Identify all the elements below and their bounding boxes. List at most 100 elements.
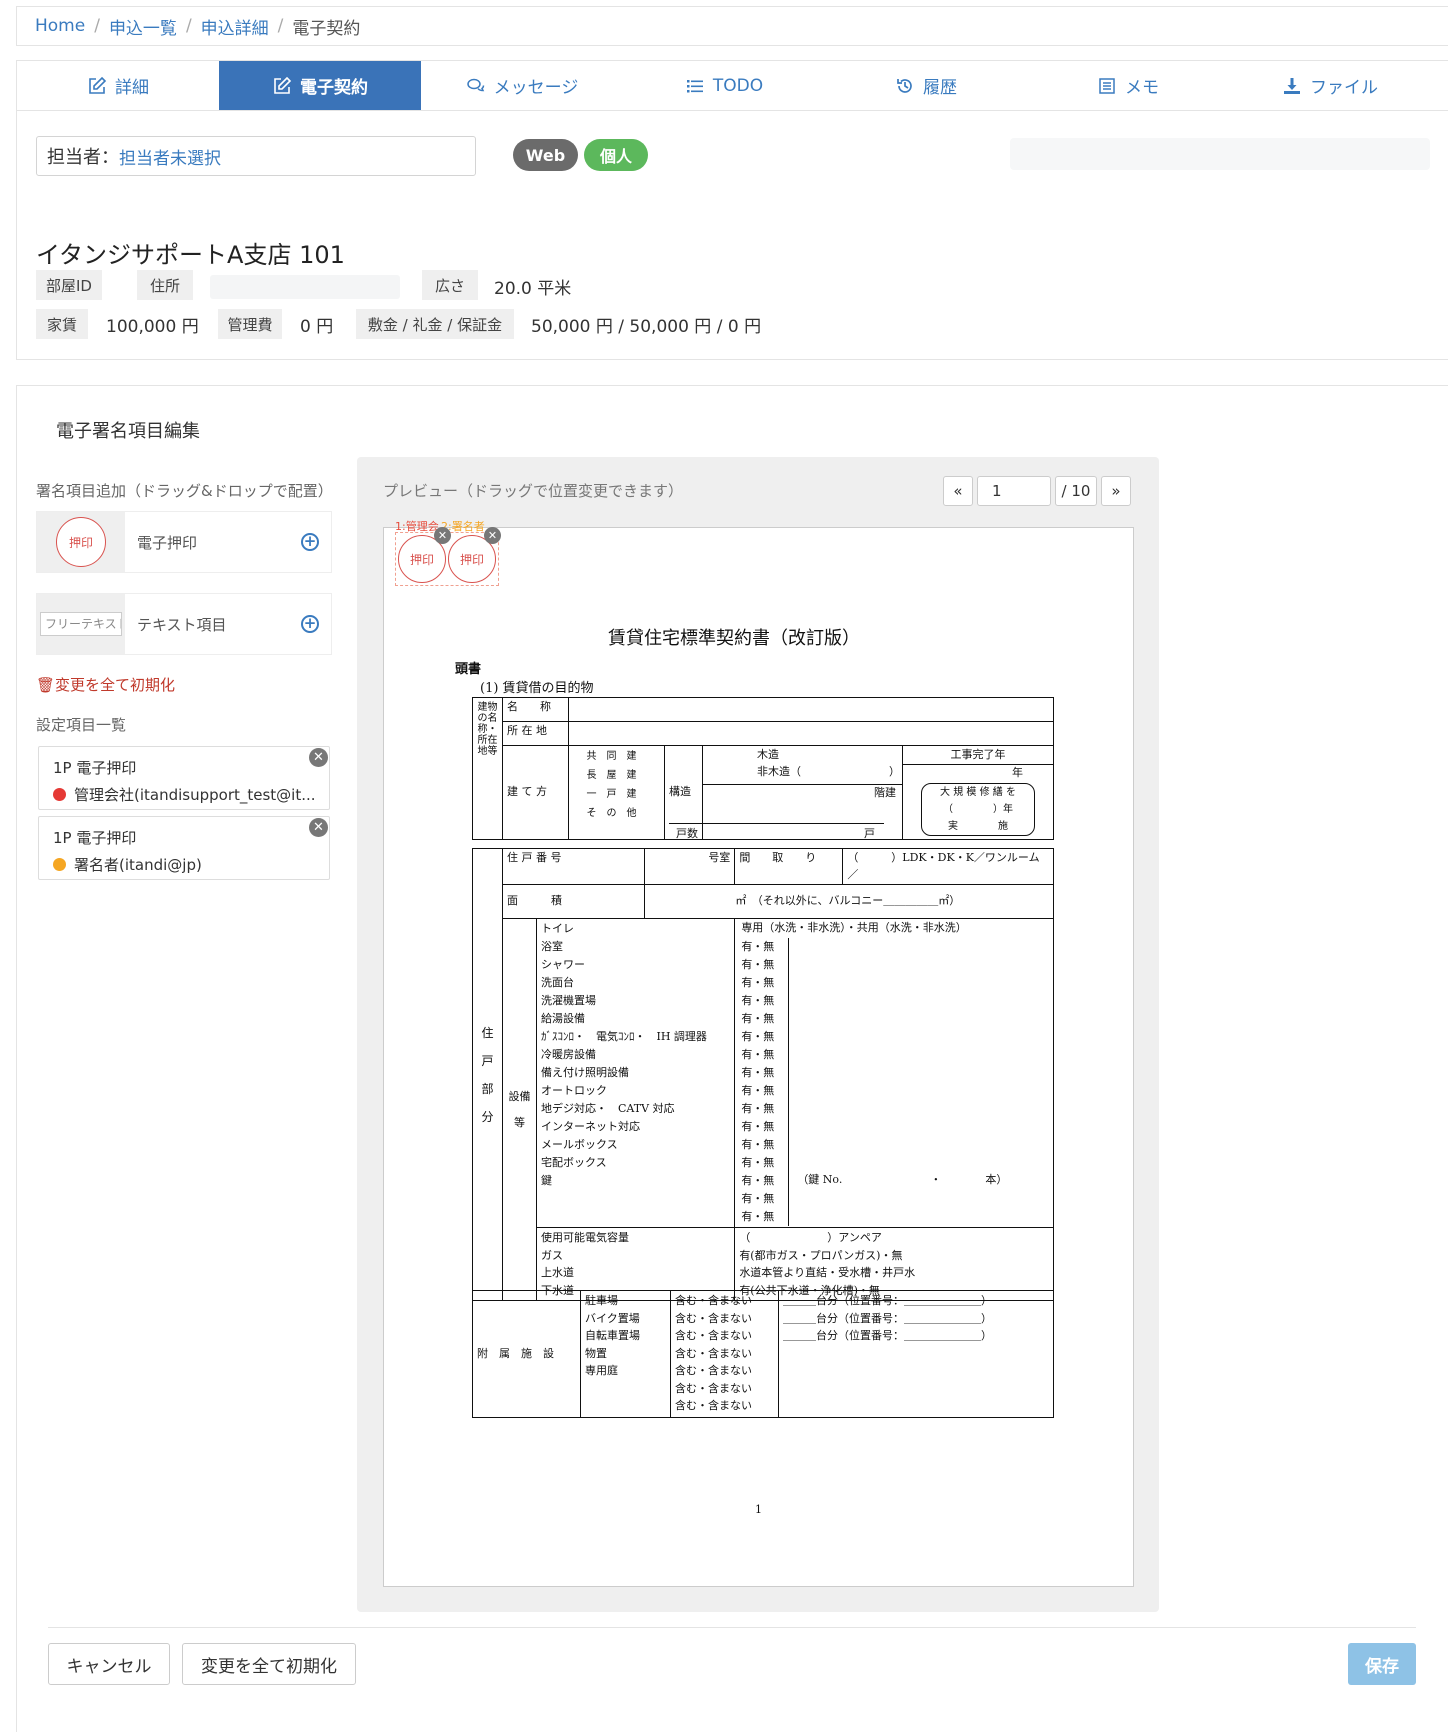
rent-value: 100,000 円 xyxy=(106,317,199,337)
wood-text: 木造 xyxy=(757,748,779,761)
stamp-preview[interactable]: 押印 xyxy=(37,512,125,572)
freetext-preview[interactable]: フリーテキスト xyxy=(37,594,125,654)
document-heading: 頭書 xyxy=(455,662,482,677)
has-none-column: 有・無 有・無 有・無 有・無 有・無 有・無 有・無 有・無 有・無 有・無 有・無 有・無 有・無有… xyxy=(735,937,790,1226)
breadcrumb-applications[interactable]: 申込一覧 xyxy=(109,14,177,39)
footer-divider xyxy=(48,1627,1416,1628)
layout-value: （ ）LDK・DK・K／ワンルーム／ xyxy=(842,848,1054,885)
renovation-text: 大 規 模 修 繕 を xyxy=(940,787,1016,798)
contract-table-building: 建物の名称・所在地等 名 称 所 在 地 建 て 方 共同建 長屋建 一戸建 そ… xyxy=(472,697,1054,840)
breadcrumb-application-detail[interactable]: 申込詳細 xyxy=(201,14,269,39)
stamp-item-label: 電子押印 xyxy=(137,533,198,552)
assignee-label: 担当者： xyxy=(47,147,119,168)
tab-label: 詳細 xyxy=(115,78,149,98)
breadcrumb-separator: / xyxy=(277,16,284,36)
side-attached-label: 附 属 施 設 xyxy=(472,1290,581,1418)
area-label: 広さ xyxy=(422,270,478,300)
build-type-label: 建 て 方 xyxy=(502,745,569,840)
tab-todo[interactable]: TODO xyxy=(623,61,825,110)
address-label: 住所 xyxy=(137,270,193,300)
tab-e-contract[interactable]: 電子契約 xyxy=(219,61,421,110)
reset-all-button[interactable]: 変更を全て初期化 xyxy=(182,1643,356,1685)
area-value-cell: ㎡ （それ以外に、バルコニー＿＿＿＿＿㎡） xyxy=(644,884,1054,919)
trash-icon: 🗑 xyxy=(36,676,56,694)
unit-no-label: 住 戸 番 号 xyxy=(501,848,646,885)
deposit-value: 50,000 円 / 50,000 円 / 0 円 xyxy=(531,317,762,337)
stamp-icon: 押印 xyxy=(56,517,106,567)
settings-list-label: 設定項目一覧 xyxy=(36,716,127,734)
last-page-button[interactable]: » xyxy=(1101,476,1131,506)
units-value: 戸 xyxy=(864,827,875,840)
add-stamp-item[interactable]: 押印 電子押印 + xyxy=(36,511,332,573)
tab-memo[interactable]: メモ xyxy=(1027,61,1229,110)
tab-detail[interactable]: 詳細 xyxy=(17,61,219,110)
personal-badge: 個人 xyxy=(584,139,648,171)
layout-label: 間 取 り xyxy=(734,848,844,885)
remove-stamp-icon[interactable]: ✕ xyxy=(484,527,501,544)
web-badge: Web xyxy=(513,139,578,171)
tab-file[interactable]: ファイル xyxy=(1229,61,1431,110)
add-circle-icon[interactable]: + xyxy=(301,615,319,633)
tab-message[interactable]: メッセージ xyxy=(421,61,623,110)
freetext-field: フリーテキスト xyxy=(40,612,122,636)
remove-stamp-icon[interactable]: ✕ xyxy=(434,527,451,544)
assignee-value[interactable]: 担当者未選択 xyxy=(119,144,221,169)
setting-item-signer: 管理会社(itandisupport_test@it... xyxy=(74,786,315,804)
setting-item-title: 1P 電子押印 xyxy=(53,759,137,777)
breadcrumb-current: 電子契約 xyxy=(292,18,361,39)
address-row-label: 所 在 地 xyxy=(502,721,569,746)
reset-all-label: 変更を全て初期化 xyxy=(55,676,176,694)
name-label: 名 称 xyxy=(502,697,569,722)
remove-setting-icon[interactable]: ✕ xyxy=(309,818,328,837)
add-circle-icon[interactable]: + xyxy=(301,533,319,551)
setting-item-signer: 署名者(itandi@jp) xyxy=(74,856,202,874)
build-types: 共同建 長屋建 一戸建 その他 xyxy=(568,745,665,840)
remove-setting-icon[interactable]: ✕ xyxy=(309,748,328,767)
contract-table-unit: 住戸部分 住 戸 番 号 号室 間 取 り （ ）LDK・DK・K／ワンルーム／… xyxy=(472,848,1054,1301)
setting-item[interactable]: 1P 電子押印 署名者(itandi@jp) xyxy=(38,816,330,880)
breadcrumb-separator: / xyxy=(185,16,192,36)
section-title: 電子署名項目編集 xyxy=(56,421,200,442)
name-value xyxy=(568,697,1054,722)
add-text-item[interactable]: フリーテキスト テキスト項目 + xyxy=(36,593,332,655)
equip-header: 専用（水洗・非水洗）・共用（水洗・非水洗） xyxy=(741,921,967,934)
units-label: 戸数 xyxy=(676,827,698,840)
renovation-year: （ ）年 xyxy=(943,804,1013,815)
reset-all-link[interactable]: 🗑変更を全て初期化 xyxy=(36,674,175,695)
document-title: 賃貸住宅標準契約書（改訂版） xyxy=(608,628,860,649)
preview-label: プレビュー（ドラッグで位置変更できます） xyxy=(383,482,684,500)
completion-label: 工事完了年 xyxy=(950,748,1006,761)
redacted-address xyxy=(210,275,400,299)
management-fee-label: 管理費 xyxy=(218,309,282,339)
room-label: 号室 xyxy=(644,848,736,885)
first-page-button[interactable]: « xyxy=(943,476,973,506)
breadcrumb-home[interactable]: Home xyxy=(35,16,85,36)
tab-label: ファイル xyxy=(1310,78,1378,98)
tab-label: 電子契約 xyxy=(300,78,368,98)
property-title: イタンジサポートA支店 101 xyxy=(36,241,345,269)
nonwood-text: 非木造（ ） xyxy=(757,764,900,778)
document-subheading: (1) 賃貸借の目的物 xyxy=(480,681,594,696)
history-icon xyxy=(897,78,912,93)
tab-bar: 詳細 電子契約 メッセージ TODO 履歴 メモ ファイル xyxy=(16,60,1448,111)
assignee-field[interactable]: 担当者： 担当者未選択 xyxy=(36,136,476,176)
tab-label: 履歴 xyxy=(923,78,957,98)
management-fee-value: 0 円 xyxy=(300,317,334,337)
status-dot-orange xyxy=(53,858,66,871)
download-icon xyxy=(1284,77,1300,94)
cancel-button[interactable]: キャンセル xyxy=(48,1643,170,1685)
tab-label: TODO xyxy=(712,75,764,96)
year-label: 年 xyxy=(903,763,1053,782)
breadcrumb-separator: / xyxy=(94,16,100,36)
tab-history[interactable]: 履歴 xyxy=(825,61,1027,110)
side-building-label: 建物の名称・所在地等 xyxy=(472,697,503,840)
edit-icon xyxy=(89,76,107,94)
equipment-list: トイレ 浴室 シャワー 洗面台 洗濯機置場 給湯設備 ｶﾞｽｺﾝﾛ・ 電気ｺﾝﾛ・ IH 調… xyxy=(535,918,736,1228)
page-number-input[interactable]: 1 xyxy=(977,476,1051,506)
setting-item[interactable]: 1P 電子押印 管理会社(itandisupport_test@it... xyxy=(38,746,330,810)
edit-icon xyxy=(274,76,292,94)
setting-item-title: 1P 電子押印 xyxy=(53,829,137,847)
key-note: （鍵 No. ・ 本） xyxy=(797,1172,1008,1186)
address-row-value xyxy=(568,721,1054,746)
save-button[interactable]: 保存 xyxy=(1348,1643,1416,1685)
